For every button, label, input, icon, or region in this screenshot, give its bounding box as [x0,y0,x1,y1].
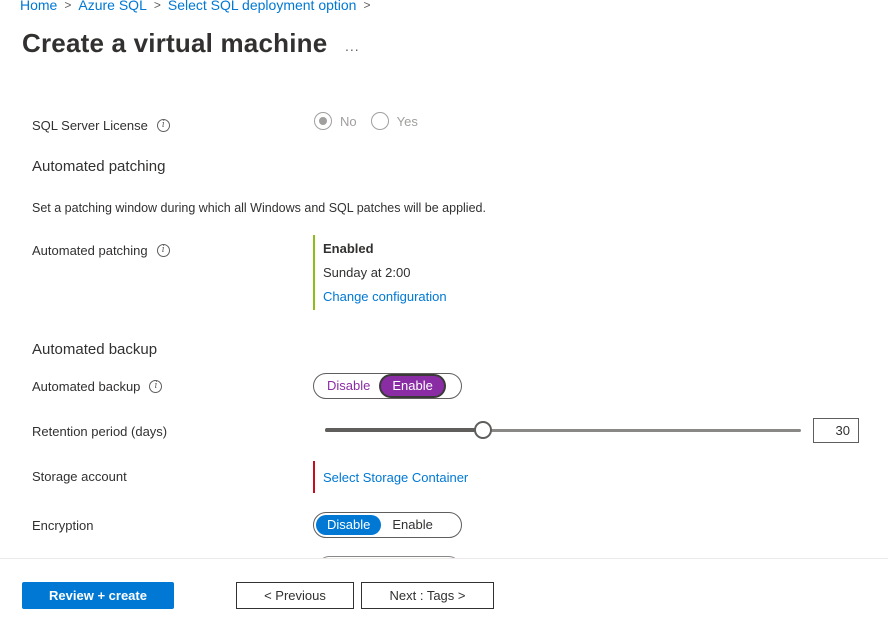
storage-account-label: Storage account [32,469,127,484]
encryption-toggle: Disable Enable [313,512,462,538]
change-configuration-link[interactable]: Change configuration [323,289,447,304]
license-radio-yes[interactable]: Yes [370,112,418,130]
patching-description: Set a patching window during which all W… [32,201,486,215]
radio-unselected-icon [370,112,389,130]
patching-value-block: Enabled Sunday at 2:00 Change configurat… [313,235,447,310]
breadcrumb-separator: > [363,0,371,12]
license-radio-no-label: No [340,113,357,129]
patching-status: Enabled [323,241,374,256]
breadcrumb-home[interactable]: Home [20,0,57,13]
previous-button[interactable]: < Previous [236,582,354,609]
patching-schedule: Sunday at 2:00 [323,265,411,280]
encryption-disable-option[interactable]: Disable [316,515,382,535]
sql-license-label: SQL Server License i [32,118,170,133]
patching-label-text: Automated patching [32,243,148,258]
more-options-button[interactable]: ... [345,38,360,54]
patching-section-title: Automated patching [32,158,166,175]
next-tags-button[interactable]: Next : Tags > [361,582,494,609]
backup-section-title: Automated backup [32,341,158,358]
backup-label-text: Automated backup [32,379,141,394]
info-icon[interactable]: i [156,244,170,257]
review-create-button[interactable]: Review + create [22,582,174,609]
license-radio-yes-label: Yes [396,113,418,129]
breadcrumb: Home > Azure SQL > Select SQL deployment… [20,0,378,13]
retention-slider-fill [325,428,483,432]
info-icon[interactable]: i [156,119,170,132]
sql-license-radio-group: No Yes [314,112,432,130]
patching-label: Automated patching i [32,243,170,258]
backup-toggle: Disable Enable [313,373,462,399]
select-storage-container-link[interactable]: Select Storage Container [323,470,468,485]
backup-enable-option[interactable]: Enable [381,376,444,396]
breadcrumb-azure-sql[interactable]: Azure SQL [78,0,146,13]
breadcrumb-separator: > [153,0,161,12]
breadcrumb-separator: > [64,0,72,12]
license-radio-no[interactable]: No [314,112,357,130]
backup-label: Automated backup i [32,379,163,394]
encryption-label: Encryption [32,518,94,533]
encryption-enable-option[interactable]: Enable [381,515,443,535]
retention-input[interactable]: 30 [813,418,859,443]
retention-label: Retention period (days) [32,424,168,439]
retention-slider-thumb[interactable] [474,421,492,439]
backup-disable-option[interactable]: Disable [316,376,381,396]
page-title: Create a virtual machine [22,28,328,58]
storage-value-block: Select Storage Container [313,461,468,493]
breadcrumb-select-deployment[interactable]: Select SQL deployment option [168,0,357,13]
sql-license-label-text: SQL Server License [32,118,148,133]
radio-selected-icon [314,112,332,130]
info-icon[interactable]: i [149,380,163,393]
